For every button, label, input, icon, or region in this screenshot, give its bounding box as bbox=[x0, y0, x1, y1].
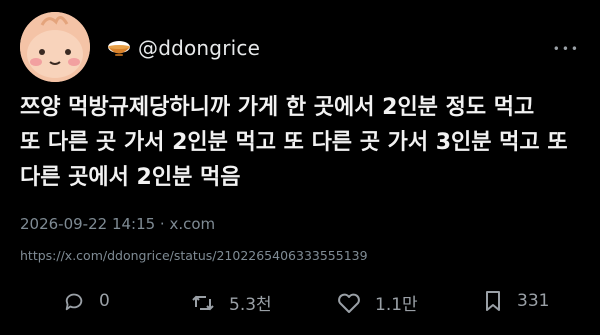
bookmark-icon bbox=[486, 291, 500, 311]
reply-button[interactable]: 0 bbox=[63, 290, 110, 312]
rice-bowl-icon bbox=[108, 41, 130, 56]
bookmark-button[interactable]: 331 bbox=[483, 290, 549, 312]
repost-button[interactable]: 5.3천 bbox=[191, 290, 272, 315]
bookmark-count: 331 bbox=[517, 291, 550, 311]
action-bar: 0 5.3천 1.1만 331 bbox=[0, 282, 600, 322]
heart-icon bbox=[338, 293, 360, 313]
reply-icon bbox=[65, 293, 83, 311]
author[interactable]: @ddongrice bbox=[106, 36, 260, 60]
avatar[interactable] bbox=[20, 12, 90, 82]
repost-icon bbox=[192, 295, 214, 310]
repost-count: 5.3천 bbox=[229, 295, 272, 315]
post-url[interactable]: https://x.com/ddongrice/status/210226540… bbox=[20, 248, 368, 263]
post-text: 쯔양 먹방규제당하니까 가게 한 곳에서 2인분 정도 먹고 또 다른 곳 가서… bbox=[20, 95, 568, 190]
author-handle: @ddongrice bbox=[138, 36, 261, 60]
reply-count: 0 bbox=[99, 291, 110, 311]
like-button[interactable]: 1.1만 bbox=[337, 290, 418, 315]
post-timestamp: 2026-09-22 14:15 · x.com bbox=[20, 215, 216, 233]
post-header: @ddongrice ••• bbox=[20, 12, 580, 82]
like-count: 1.1만 bbox=[375, 295, 418, 315]
more-options-icon[interactable]: ••• bbox=[553, 42, 580, 56]
